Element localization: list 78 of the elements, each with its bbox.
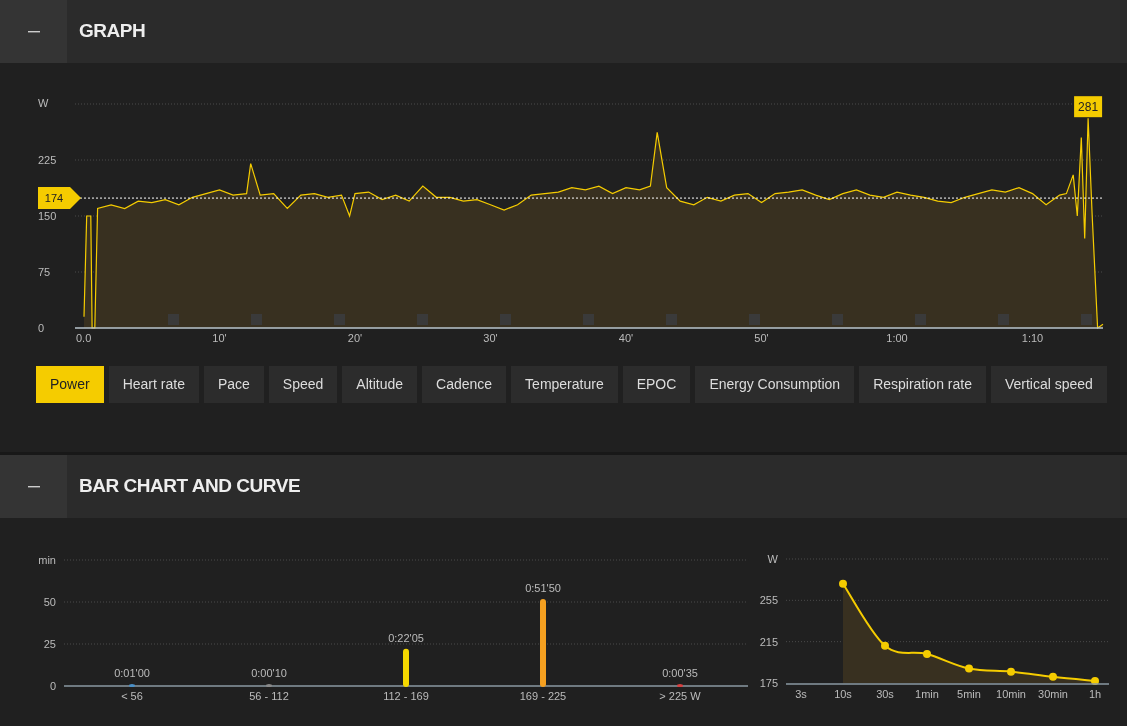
lap-marker bbox=[168, 314, 179, 325]
axis-label: 1:00 bbox=[886, 332, 908, 344]
lap-marker bbox=[583, 314, 594, 325]
axis-label: > 225 W bbox=[659, 690, 701, 702]
axis-label: 20' bbox=[347, 332, 363, 344]
value-label: 0:51'50 bbox=[525, 582, 561, 594]
collapse-button[interactable] bbox=[0, 455, 67, 518]
value-label: 0:00'35 bbox=[662, 667, 698, 679]
lap-marker bbox=[832, 314, 843, 325]
collapse-button[interactable] bbox=[0, 0, 67, 63]
tab[interactable]: Altitude bbox=[342, 366, 418, 403]
axis-label: 112 - 169 bbox=[383, 690, 429, 702]
axis-label: 30s bbox=[876, 688, 894, 700]
axis-label: 255 bbox=[760, 594, 778, 607]
axis-label: 215 bbox=[760, 635, 778, 648]
minus-icon bbox=[27, 30, 40, 33]
average-value: 174 bbox=[44, 192, 64, 205]
tab[interactable]: Speed bbox=[268, 366, 338, 403]
tab[interactable]: Heart rate bbox=[108, 366, 199, 403]
axis-label: 1min bbox=[915, 688, 939, 700]
axis-label: 0 bbox=[38, 322, 45, 334]
axis-label: < 56 bbox=[121, 690, 143, 702]
lap-marker bbox=[334, 314, 345, 325]
axis-label: 0.0 bbox=[76, 332, 92, 344]
lap-marker bbox=[417, 314, 428, 325]
axis-label: 10s bbox=[834, 688, 852, 700]
data-point bbox=[1091, 676, 1099, 685]
tab[interactable]: Temperature bbox=[511, 366, 618, 403]
axis-unit: W bbox=[38, 97, 49, 109]
axis-label: 30min bbox=[1038, 688, 1068, 700]
data-point bbox=[923, 650, 931, 659]
axis-label: 150 bbox=[38, 210, 57, 222]
axis-label: 75 bbox=[38, 266, 51, 278]
axis-label: 56 - 112 bbox=[249, 690, 289, 702]
axis-label: 10' bbox=[212, 332, 227, 344]
lap-marker bbox=[915, 314, 926, 325]
value-label: 0:00'10 bbox=[251, 667, 287, 679]
axis-label: 50 bbox=[43, 596, 56, 608]
axis-label: 175 bbox=[760, 677, 778, 689]
tab[interactable]: Energy Consumption bbox=[695, 366, 855, 403]
lap-marker bbox=[998, 314, 1009, 325]
value-label: 0:22'05 bbox=[388, 631, 424, 644]
axis-label: 10min bbox=[996, 688, 1026, 700]
axis-label: 1:10 bbox=[1021, 332, 1044, 344]
value-label: 0:01'00 bbox=[114, 667, 150, 679]
max-value: 281 bbox=[1078, 100, 1099, 115]
lap-marker bbox=[500, 314, 511, 325]
tab[interactable]: Vertical speed bbox=[990, 366, 1107, 403]
tab[interactable]: Cadence bbox=[422, 366, 507, 403]
axis-label: 1h bbox=[1088, 688, 1102, 700]
axis-label: 25 bbox=[43, 638, 56, 650]
axis-unit: min bbox=[38, 554, 56, 566]
lap-marker bbox=[251, 314, 262, 325]
axis-label: 225 bbox=[38, 154, 57, 166]
axis-label: 0 bbox=[49, 680, 56, 692]
axis-unit: W bbox=[767, 553, 778, 565]
section-title: GRAPH bbox=[79, 19, 146, 44]
data-point bbox=[1007, 667, 1015, 676]
tab[interactable]: Pace bbox=[203, 366, 264, 403]
data-point bbox=[839, 579, 847, 588]
lap-marker bbox=[749, 314, 760, 325]
data-point bbox=[965, 664, 973, 673]
tab[interactable]: EPOC bbox=[622, 366, 691, 403]
lap-marker bbox=[1081, 314, 1092, 325]
average-flag bbox=[38, 187, 81, 210]
data-point bbox=[1049, 672, 1057, 681]
axis-label: 40' bbox=[618, 332, 634, 344]
axis-label: 5min bbox=[957, 688, 981, 700]
axis-label: 169 - 225 bbox=[519, 690, 567, 702]
minus-icon bbox=[27, 485, 40, 488]
axis-label: 3s bbox=[795, 688, 807, 700]
section-title: BAR CHART AND CURVE bbox=[79, 474, 301, 499]
tab[interactable]: Respiration rate bbox=[859, 366, 986, 403]
lap-marker bbox=[666, 314, 677, 325]
axis-label: 50' bbox=[754, 332, 769, 344]
data-point bbox=[881, 641, 889, 650]
tab[interactable]: Power bbox=[36, 366, 104, 403]
axis-label: 30' bbox=[483, 332, 498, 344]
